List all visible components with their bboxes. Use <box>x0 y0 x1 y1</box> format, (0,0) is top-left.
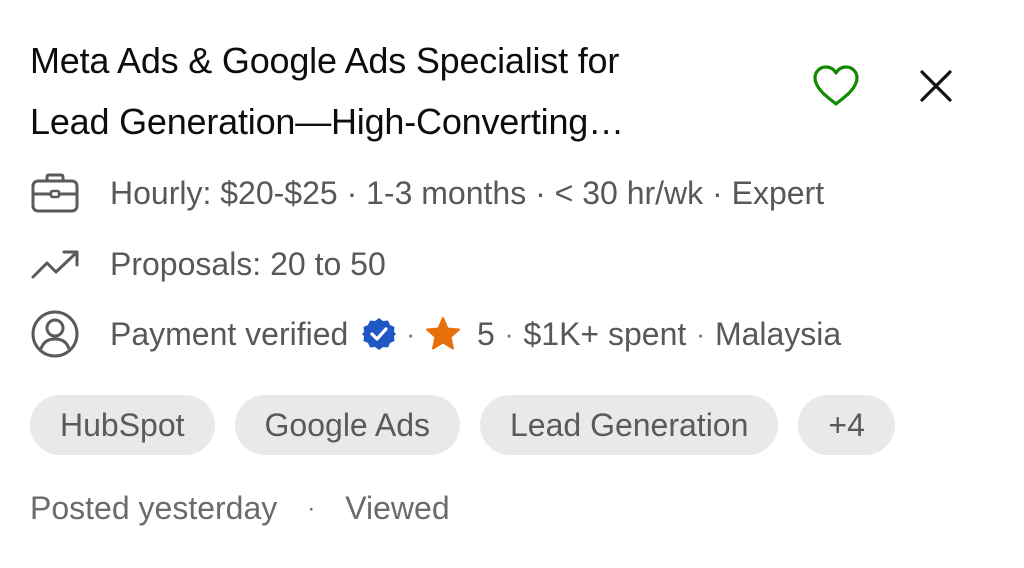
separator-dot: · <box>406 318 415 349</box>
client-spent: $1K+ spent <box>523 315 687 352</box>
user-circle-icon <box>30 309 88 359</box>
footer-separator: · <box>307 494 316 522</box>
skills-list: HubSpot Google Ads Lead Generation +4 <box>30 395 895 455</box>
payment-verified-text: Payment verified <box>110 315 349 352</box>
separator-dot: · <box>696 318 705 349</box>
proposals-text: Proposals: 20 to 50 <box>110 245 386 282</box>
client-rating: 5 <box>477 315 495 352</box>
proposals-row: Proposals: 20 to 50 <box>30 239 386 289</box>
job-footer: Posted yesterday · Viewed <box>30 490 450 527</box>
job-title-line-2[interactable]: Lead Generation—High-Converting… <box>30 91 750 152</box>
posted-time: Posted yesterday <box>30 490 278 526</box>
separator-dot: · <box>504 318 514 349</box>
more-skills-chip[interactable]: +4 <box>798 395 895 455</box>
job-details-text: Hourly: $20-$25 · 1-3 months · < 30 hr/w… <box>110 174 825 211</box>
viewed-status: Viewed <box>345 490 450 526</box>
briefcase-icon <box>30 168 88 218</box>
star-icon <box>425 316 461 352</box>
client-info-row: Payment verified · 5 · $1K+ spent · Mala… <box>30 309 841 359</box>
save-job-button[interactable] <box>806 60 866 112</box>
dismiss-job-button[interactable] <box>910 60 962 112</box>
skill-chip-google-ads[interactable]: Google Ads <box>234 395 460 455</box>
skill-chip-hubspot[interactable]: HubSpot <box>30 395 215 455</box>
job-details-row: Hourly: $20-$25 · 1-3 months · < 30 hr/w… <box>30 168 824 218</box>
job-title[interactable]: Meta Ads & Google Ads Specialist for Lea… <box>30 30 750 152</box>
close-icon <box>920 70 952 102</box>
verified-badge-icon <box>362 317 397 351</box>
job-title-line-1[interactable]: Meta Ads & Google Ads Specialist for <box>30 30 750 91</box>
skill-chip-lead-generation[interactable]: Lead Generation <box>479 395 779 455</box>
client-location: Malaysia <box>714 315 842 352</box>
job-card[interactable]: Meta Ads & Google Ads Specialist for Lea… <box>0 0 1024 568</box>
heart-icon <box>813 65 859 106</box>
trending-up-icon <box>30 239 88 289</box>
